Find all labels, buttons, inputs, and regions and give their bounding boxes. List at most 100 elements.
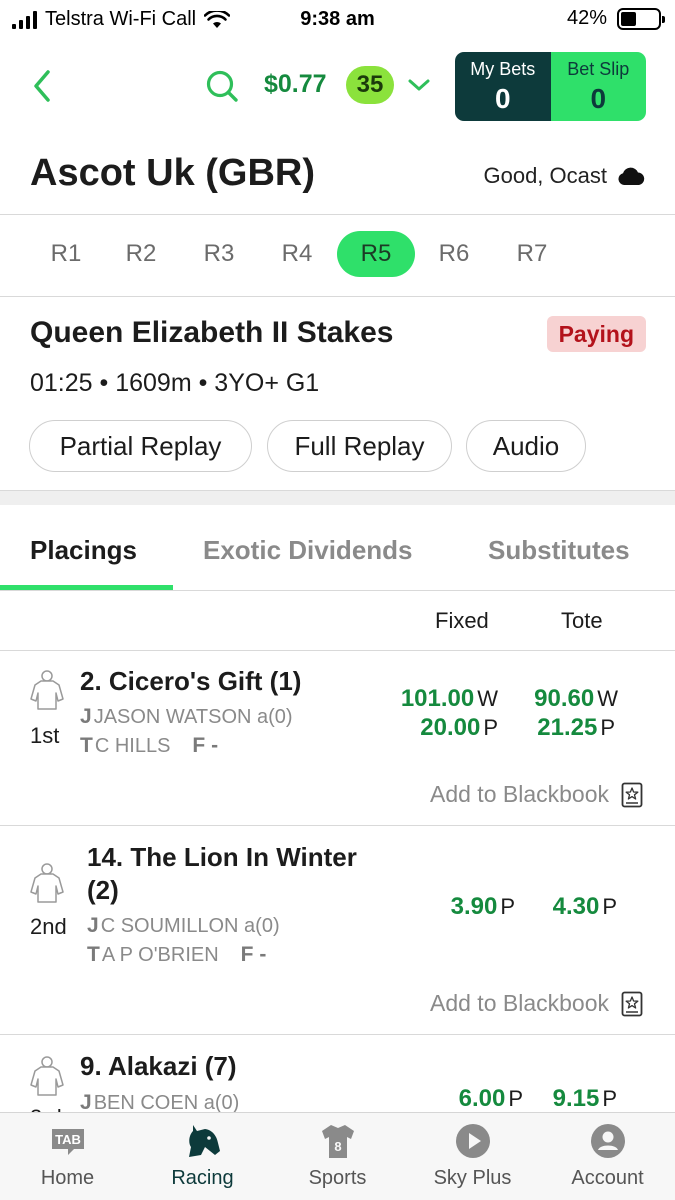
fixed-place-value: 20.00 <box>420 714 481 741</box>
nav-racing[interactable]: Racing <box>135 1121 270 1190</box>
fixed-place-odds[interactable]: 3.90 P <box>451 893 515 921</box>
race-meta: 01:25 • 1609m • 3YO+ G1 <box>30 369 320 397</box>
tab-substitutes[interactable]: Substitutes <box>488 535 630 566</box>
jockey-silks-icon <box>30 1056 64 1096</box>
wifi-icon <box>204 10 231 28</box>
place-suffix: P <box>602 1086 617 1111</box>
section-separator <box>0 490 675 505</box>
place-suffix: P <box>600 715 615 740</box>
jockey-name: BEN COEN a(0) <box>93 1092 240 1112</box>
chevron-down-icon[interactable] <box>406 74 432 96</box>
tote-place-value: 21.25 <box>537 714 598 741</box>
play-icon <box>455 1124 490 1158</box>
nav-sky-plus[interactable]: Sky Plus <box>405 1121 540 1190</box>
tote-place-value: 4.30 <box>552 893 600 920</box>
jockey-silks-icon <box>30 670 64 710</box>
fixed-place-value: 6.00 <box>458 1085 506 1112</box>
jockey-silks-icon <box>30 863 64 903</box>
form-indicator: F - <box>240 943 267 966</box>
battery-icon <box>617 7 665 30</box>
bet-slip-count: 0 <box>590 83 607 114</box>
tote-win-value: 90.60 <box>534 685 595 712</box>
race-tab-r4[interactable]: R4 <box>258 231 336 277</box>
svg-text:TAB: TAB <box>55 1132 81 1147</box>
account-balance[interactable]: $0.77 <box>264 70 327 99</box>
trainer-info: TA P O'BRIEN F - <box>87 943 268 967</box>
jockey-name: JASON WATSON a(0) <box>93 706 293 728</box>
race-tab-r7[interactable]: R7 <box>493 231 571 277</box>
blackbook-icon <box>621 991 643 1016</box>
trainer-prefix: T <box>80 734 93 757</box>
svg-text:8: 8 <box>334 1139 341 1154</box>
race-tab-r5[interactable]: R5 <box>337 231 415 277</box>
partial-replay-button[interactable]: Partial Replay <box>29 420 252 472</box>
status-bar: Telstra Wi-Fi Call 9:38 am 42% <box>0 0 675 40</box>
bottom-navigation: TAB Home Racing 8 Sports Sky Plus Accoun… <box>0 1112 675 1200</box>
nav-sports[interactable]: 8 Sports <box>270 1121 405 1190</box>
place-suffix: P <box>602 894 617 919</box>
runner-row[interactable]: 1st 2. Cicero's Gift (1) J JASON WATSON a… <box>0 651 675 825</box>
my-bets-button[interactable]: My Bets 0 <box>455 52 551 121</box>
runner-row[interactable]: 2nd 14. The Lion In Winter (2) JC SOUMIL… <box>0 826 675 1034</box>
tab-logo-icon: TAB <box>51 1129 84 1155</box>
win-suffix: W <box>477 686 498 711</box>
add-to-blackbook-button[interactable]: Add to Blackbook <box>430 990 643 1017</box>
nav-home[interactable]: TAB Home <box>0 1121 135 1190</box>
bets-widget: My Bets 0 Bet Slip 0 <box>455 52 646 121</box>
my-bets-label: My Bets <box>470 59 536 79</box>
race-tab-r1[interactable]: R1 <box>27 231 105 277</box>
back-arrow-icon[interactable] <box>28 66 58 106</box>
cloud-icon <box>618 167 645 185</box>
race-tab-r6[interactable]: R6 <box>415 231 493 277</box>
race-tab-r2[interactable]: R2 <box>102 231 180 277</box>
conditions-text: Good, Ocast <box>483 163 607 188</box>
fixed-place-odds[interactable]: 20.00 P <box>420 714 498 742</box>
tote-place-odds[interactable]: 9.15 P <box>553 1085 617 1112</box>
jockey-info: J BEN COEN a(0) <box>80 1091 239 1112</box>
jockey-info: JC SOUMILLON a(0) <box>87 914 280 938</box>
fixed-win-odds[interactable]: 101.00 W <box>401 685 498 713</box>
runner-name-line2: (2) <box>87 875 119 905</box>
divider <box>0 214 675 215</box>
signal-icon <box>12 10 37 29</box>
trainer-info: TC HILLS F - <box>80 734 220 758</box>
add-to-blackbook-button[interactable]: Add to Blackbook <box>430 781 643 808</box>
finishing-place: 2nd <box>30 914 67 939</box>
nav-label: Sky Plus <box>433 1167 512 1189</box>
race-tab-r3[interactable]: R3 <box>180 231 258 277</box>
bet-slip-button[interactable]: Bet Slip 0 <box>550 52 646 121</box>
divider <box>0 296 675 297</box>
search-icon[interactable] <box>204 68 240 104</box>
trainer-name: C HILLS <box>94 735 171 757</box>
full-replay-button[interactable]: Full Replay <box>267 420 452 472</box>
finishing-place: 1st <box>30 723 60 748</box>
blackbook-label: Add to Blackbook <box>429 990 609 1016</box>
divider <box>0 590 675 591</box>
nav-label: Sports <box>308 1167 367 1189</box>
fixed-place-value: 3.90 <box>450 893 498 920</box>
tab-exotic-dividends[interactable]: Exotic Dividends <box>203 535 413 566</box>
audio-button[interactable]: Audio <box>466 420 586 472</box>
bet-slip-label: Bet Slip <box>567 59 630 79</box>
race-status-badge: Paying <box>546 316 646 352</box>
race-name: Queen Elizabeth II Stakes <box>30 316 394 349</box>
tote-place-odds[interactable]: 21.25 P <box>537 714 615 742</box>
tote-column-header: Tote <box>561 608 603 633</box>
win-suffix: W <box>597 686 618 711</box>
runner-row[interactable]: 3rd 9. Alakazi (7) JBEN COEN a(0) 6.00P … <box>0 1035 675 1112</box>
place-suffix: P <box>508 1086 523 1111</box>
tote-place-value: 9.15 <box>552 1085 600 1112</box>
place-suffix: P <box>500 894 515 919</box>
nav-account[interactable]: Account <box>540 1121 675 1190</box>
venue-title: Ascot Uk (GBR) <box>30 152 316 194</box>
tote-win-odds[interactable]: 90.60 W <box>534 685 618 713</box>
runner-name: 14. The Lion In Winter <box>87 842 357 872</box>
status-left: Telstra Wi-Fi Call <box>12 8 231 31</box>
nav-label: Home <box>40 1167 95 1189</box>
tab-placings[interactable]: Placings <box>30 535 137 566</box>
points-badge[interactable]: 35 <box>346 66 394 104</box>
tote-place-odds[interactable]: 4.30 P <box>553 893 617 921</box>
battery-percent: 42% <box>566 7 607 29</box>
nav-label: Account <box>571 1167 644 1189</box>
fixed-place-odds[interactable]: 6.00 P <box>459 1085 523 1112</box>
